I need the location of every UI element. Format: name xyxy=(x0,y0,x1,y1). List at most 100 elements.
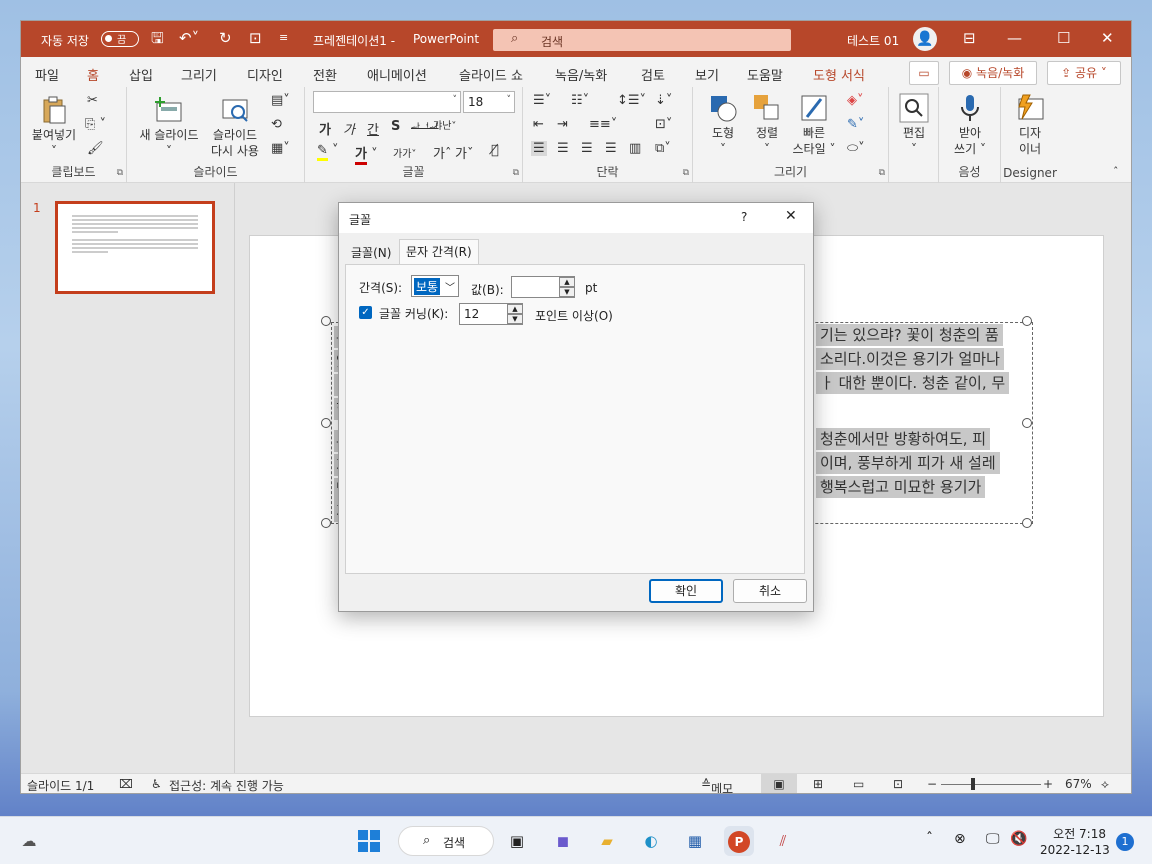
ribbon-display-icon[interactable]: ⊟ xyxy=(963,29,976,47)
increase-font-icon[interactable]: 가ˆ xyxy=(433,143,451,162)
reuse-slides-button[interactable]: 슬라이드 다시 사용 xyxy=(207,95,263,159)
record-button[interactable]: ◉ 녹음/녹화 xyxy=(949,61,1037,85)
share-button[interactable]: ⇪ 공유 ˅ xyxy=(1047,61,1121,85)
resize-handle[interactable] xyxy=(1022,316,1032,326)
minimize-icon[interactable]: — xyxy=(1007,29,1022,47)
maximize-icon[interactable]: ☐ xyxy=(1057,29,1070,47)
taskbar-search[interactable]: ⌕ 검색 xyxy=(398,826,494,856)
decrease-indent-icon[interactable]: ⇤ xyxy=(533,117,544,132)
align-left-icon[interactable]: ☰ xyxy=(531,141,547,156)
drawing-launcher-icon[interactable]: ⧉ xyxy=(879,168,885,178)
chevron-up-icon[interactable]: ˆ xyxy=(926,831,933,847)
help-icon[interactable]: ? xyxy=(741,210,747,224)
decrease-font-icon[interactable]: 가ˇ xyxy=(455,143,473,162)
font-launcher-icon[interactable]: ⧉ xyxy=(513,168,519,178)
comments-button[interactable]: ▭ xyxy=(909,61,939,85)
app-icon[interactable]: ⫽ xyxy=(768,826,798,856)
tab-slideshow[interactable]: 슬라이드 쇼 xyxy=(459,65,523,84)
accessibility-status[interactable]: 접근성: 계속 진행 가능 xyxy=(169,777,284,793)
zoom-slider-thumb[interactable] xyxy=(971,778,975,790)
slideshow-start-icon[interactable]: ⊡ xyxy=(249,29,262,47)
tab-view[interactable]: 보기 xyxy=(695,65,719,84)
shapes-button[interactable]: 도형 ˅ xyxy=(701,93,745,157)
kerning-checkbox[interactable]: ✓ xyxy=(359,306,372,319)
resize-handle[interactable] xyxy=(1022,418,1032,428)
reading-view-icon[interactable]: ▭ xyxy=(853,777,864,791)
underline-icon[interactable]: 간 xyxy=(367,119,379,138)
tab-character-spacing[interactable]: 문자 간격(R) xyxy=(399,239,479,265)
notes-button[interactable]: ≙ 메모 xyxy=(701,777,733,793)
kerning-spin-up[interactable]: ▲ xyxy=(507,304,523,314)
justify-icon[interactable]: ☰ xyxy=(605,141,617,156)
format-painter-icon[interactable]: 🖌 xyxy=(87,141,104,156)
search-box[interactable]: ⌕ 검색 xyxy=(493,29,791,51)
new-slide-button[interactable]: 새 슬라이드 ˅ xyxy=(137,95,201,159)
align-right-icon[interactable]: ☰ xyxy=(581,141,593,156)
volume-icon[interactable]: 🔇 xyxy=(1010,831,1027,847)
copy-icon[interactable]: ⎘ ˅ xyxy=(85,117,106,132)
dictate-button[interactable]: 받아 쓰기 ˅ xyxy=(947,93,993,157)
tab-recording[interactable]: 녹음/녹화 xyxy=(555,65,607,84)
zoom-in-icon[interactable]: + xyxy=(1043,777,1053,791)
clipboard-launcher-icon[interactable]: ⧉ xyxy=(117,168,123,178)
tab-draw[interactable]: 그리기 xyxy=(181,65,217,84)
spacing-icon[interactable]: 갸난˅ xyxy=(433,117,456,132)
text-direction-icon[interactable]: ⇣˅ xyxy=(655,93,672,108)
slide-thumbnail[interactable] xyxy=(55,201,215,294)
smartart-icon[interactable]: ⧉˅ xyxy=(655,141,671,156)
distributed-icon[interactable]: ▥ xyxy=(629,141,641,156)
notification-badge[interactable]: 1 xyxy=(1116,833,1134,851)
kerning-spin-down[interactable]: ▼ xyxy=(507,314,523,324)
powerpoint-icon[interactable]: P xyxy=(724,826,754,856)
accessibility-icon[interactable]: ♿ xyxy=(151,777,162,791)
by-spin-down[interactable]: ▼ xyxy=(559,287,575,297)
editing-button[interactable]: 편집 ˅ xyxy=(895,93,933,157)
store-icon[interactable]: ▦ xyxy=(680,826,710,856)
arrange-button[interactable]: 정렬 ˅ xyxy=(745,93,789,157)
resize-handle[interactable] xyxy=(1022,518,1032,528)
redo-icon[interactable]: ↻ xyxy=(219,29,232,47)
columns-icon[interactable]: ≡≡˅ xyxy=(589,117,617,132)
collapse-ribbon-icon[interactable]: ˆ xyxy=(1113,165,1119,178)
font-size-field[interactable]: 18 ˅ xyxy=(463,91,515,113)
tab-transitions[interactable]: 전환 xyxy=(313,65,337,84)
increase-indent-icon[interactable]: ⇥ xyxy=(557,117,568,132)
clear-format-icon[interactable]: 가̸ xyxy=(491,143,499,158)
clock-date[interactable]: 2022-12-13 xyxy=(1040,843,1110,857)
resize-handle[interactable] xyxy=(321,316,331,326)
font-color-icon[interactable]: 가 ˅ xyxy=(355,143,378,165)
tab-review[interactable]: 검토 xyxy=(641,65,665,84)
slideshow-view-icon[interactable]: ⊡ xyxy=(893,777,903,791)
dialog-close-icon[interactable]: ✕ xyxy=(785,208,797,224)
bold-icon[interactable]: 가 xyxy=(319,119,331,138)
align-center-icon[interactable]: ☰ xyxy=(557,141,569,156)
shape-fill-icon[interactable]: ◈˅ xyxy=(847,93,864,108)
tab-insert[interactable]: 삽입 xyxy=(129,65,153,84)
tab-design[interactable]: 디자인 xyxy=(247,65,283,84)
spacing-select[interactable]: 보통 ﹀ xyxy=(411,275,459,297)
network-icon[interactable]: 🖵 xyxy=(986,831,1000,847)
task-view-icon[interactable]: ▣ xyxy=(502,826,532,856)
italic-icon[interactable]: 가 xyxy=(343,119,355,138)
change-case-icon[interactable]: 가가˅ xyxy=(393,145,416,160)
slide-sorter-icon[interactable]: ⊞ xyxy=(813,777,823,791)
tab-file[interactable]: 파일 xyxy=(35,65,59,84)
shape-outline-icon[interactable]: ✎˅ xyxy=(847,117,864,132)
fit-slide-icon[interactable]: ⟡ xyxy=(1101,777,1109,792)
section-icon[interactable]: ▦˅ xyxy=(271,141,290,156)
start-icon[interactable] xyxy=(354,826,384,856)
shape-effects-icon[interactable]: ⬭˅ xyxy=(847,141,865,156)
line-spacing-icon[interactable]: ↕☰˅ xyxy=(617,93,646,108)
zoom-out-icon[interactable]: − xyxy=(927,777,937,791)
autosave-toggle[interactable]: 끔 xyxy=(101,31,139,47)
resize-handle[interactable] xyxy=(321,518,331,528)
quick-styles-button[interactable]: 빠른 스타일 ˅ xyxy=(789,93,839,157)
zoom-slider[interactable] xyxy=(941,784,1041,785)
file-explorer-icon[interactable]: ▰ xyxy=(592,826,622,856)
spellcheck-icon[interactable]: ⌧ xyxy=(119,777,133,791)
undo-icon[interactable]: ↶˅ xyxy=(179,29,199,47)
tab-animations[interactable]: 애니메이션 xyxy=(367,65,427,84)
normal-view-icon[interactable]: ▣ xyxy=(761,774,797,793)
layout-icon[interactable]: ▤˅ xyxy=(271,93,290,108)
resize-handle[interactable] xyxy=(321,418,331,428)
